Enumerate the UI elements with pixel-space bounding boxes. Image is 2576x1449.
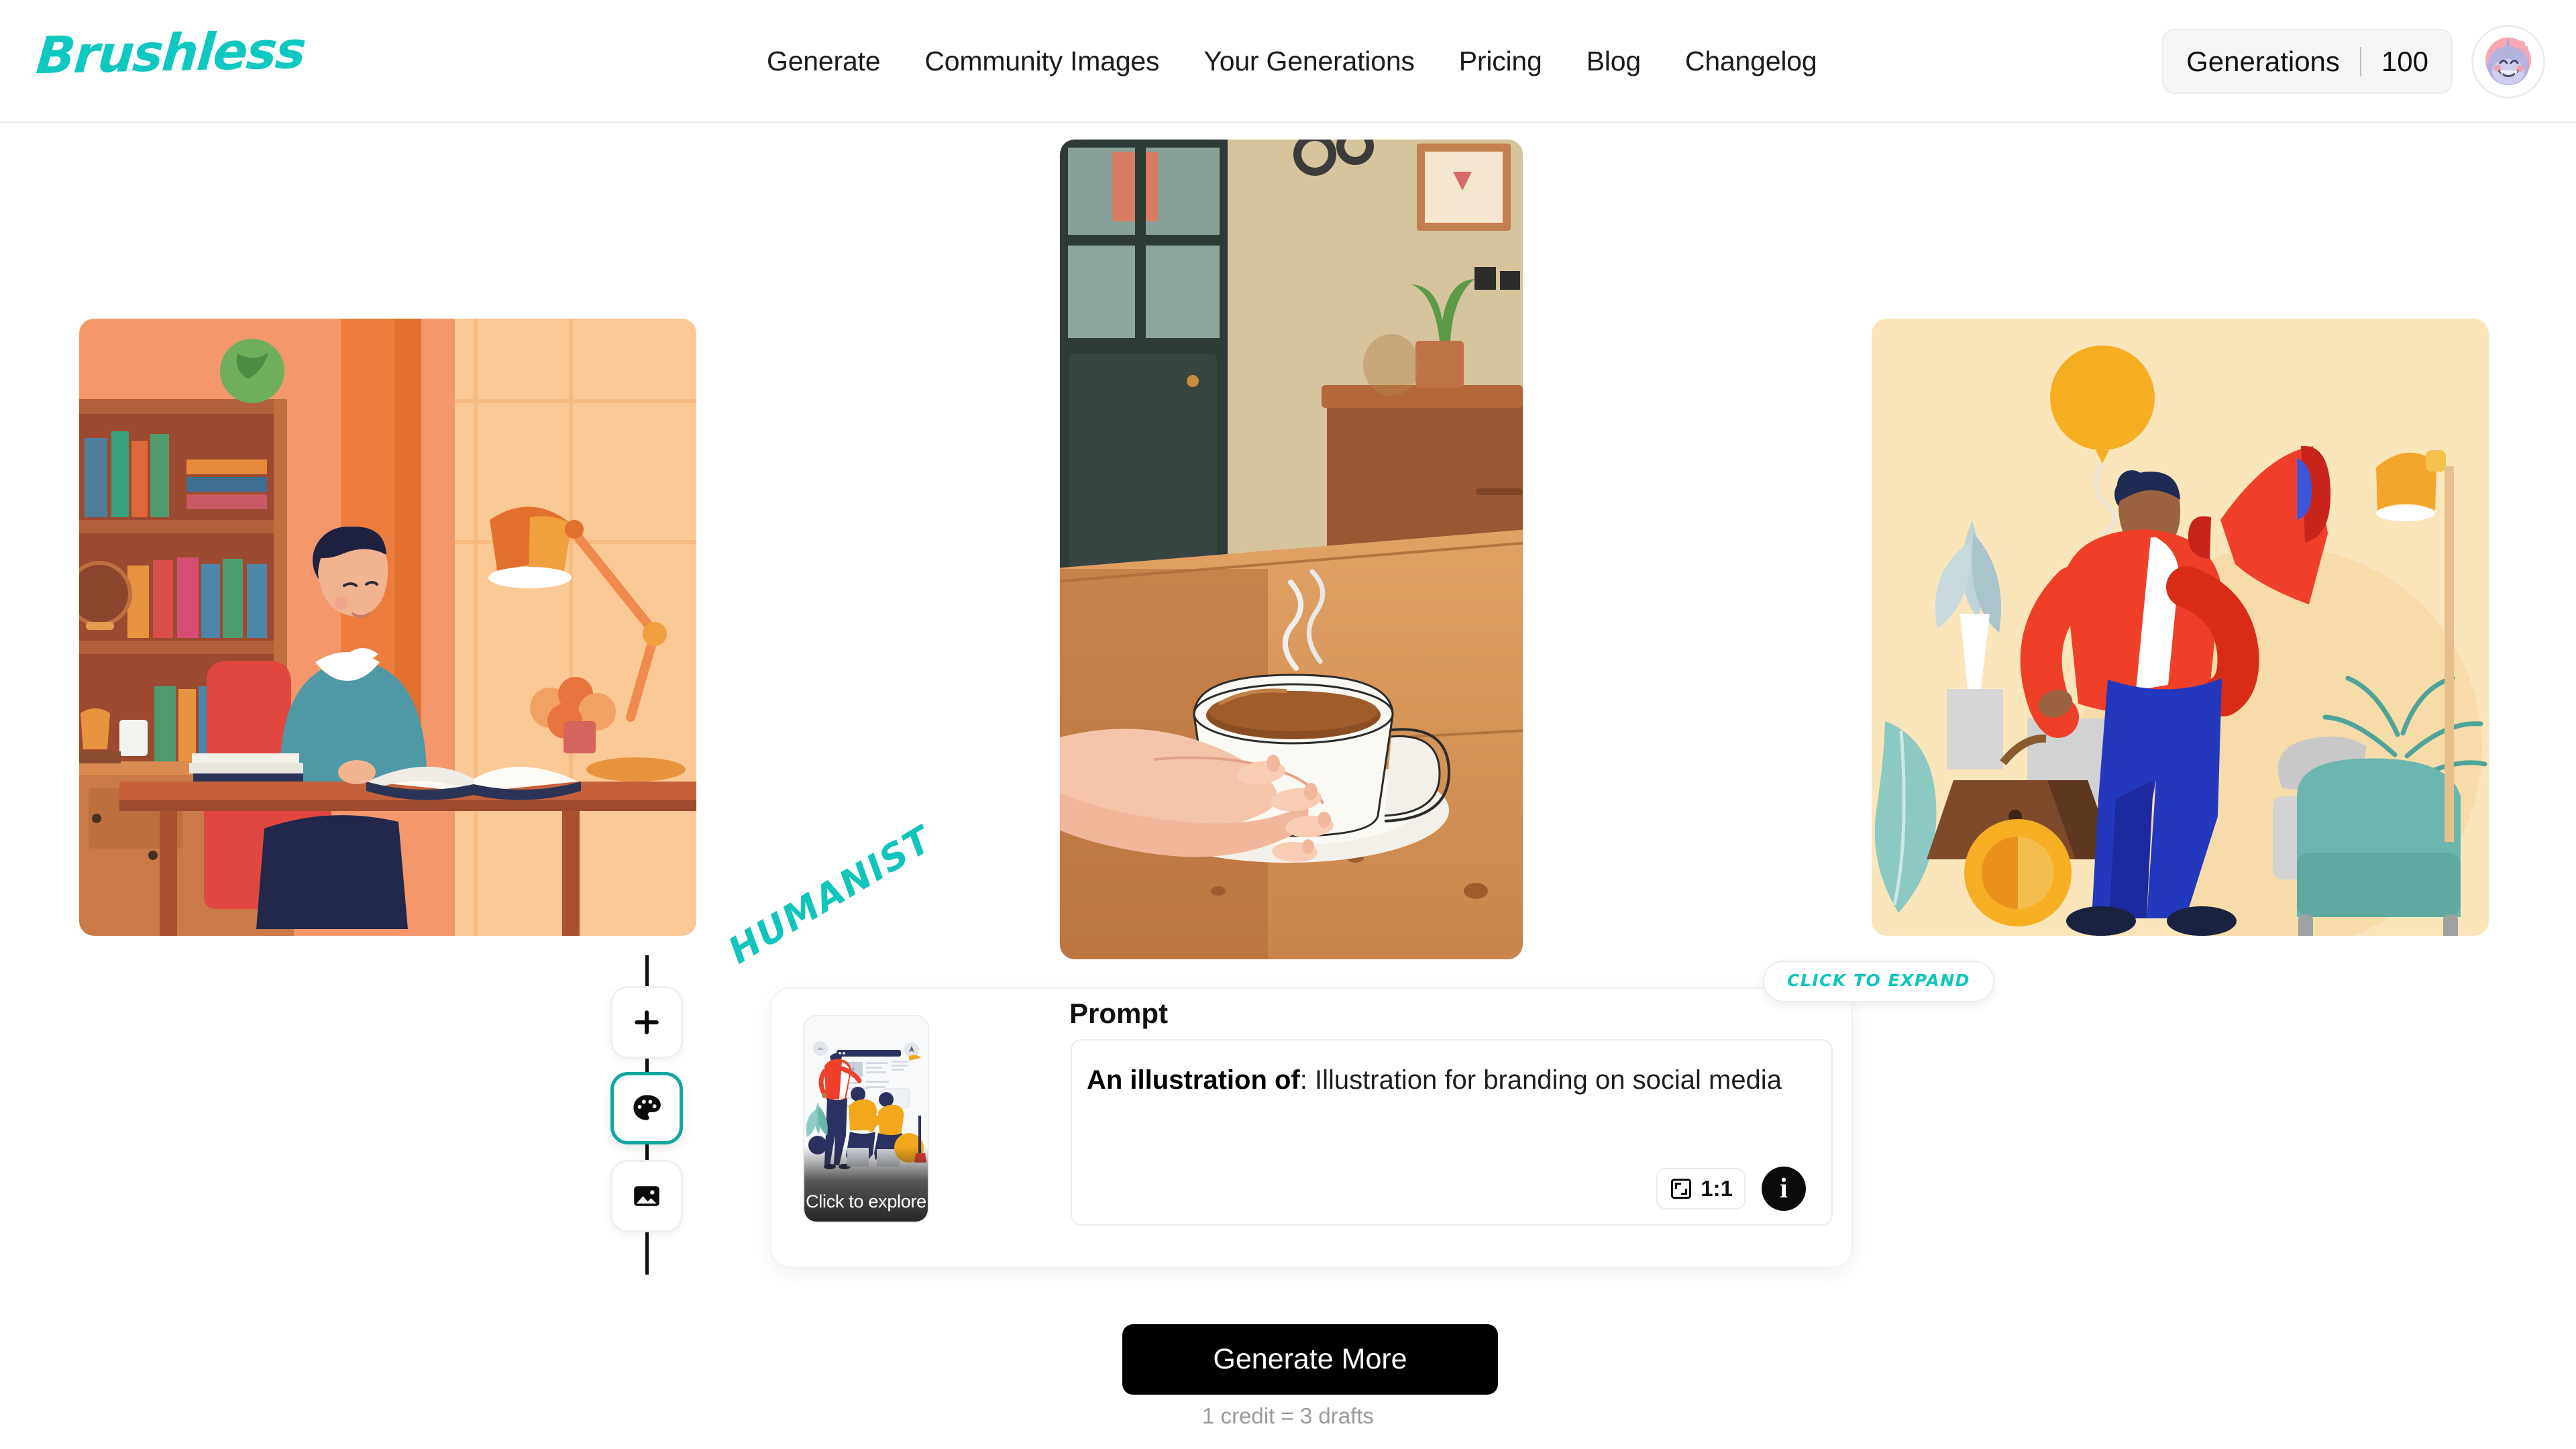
crop-frame-icon bbox=[1671, 1179, 1692, 1199]
credit-note: 1 credit = 3 drafts bbox=[1202, 1403, 1374, 1428]
palette-icon bbox=[633, 1095, 661, 1120]
nav-item-your-generations[interactable]: Your Generations bbox=[1181, 46, 1436, 77]
prompt-prefix: An illustration of bbox=[1087, 1065, 1300, 1095]
header-right-cluster: Generations 100 bbox=[2162, 0, 2545, 123]
style-thumbnail-overlay: Click to explore bbox=[804, 1146, 928, 1222]
prompt-separator: : bbox=[1299, 1065, 1315, 1095]
add-button[interactable] bbox=[610, 986, 683, 1059]
nav-item-pricing[interactable]: Pricing bbox=[1437, 46, 1564, 77]
main-navigation: Generate Community Images Your Generatio… bbox=[745, 0, 1839, 123]
illustration-woman-megaphone bbox=[1872, 319, 2489, 936]
illustration-woman-reading bbox=[79, 319, 696, 936]
avatar[interactable] bbox=[2471, 24, 2545, 99]
site-header: Brushless Generate Community Images Your… bbox=[0, 0, 2576, 123]
prompt-value: Illustration for branding on social medi… bbox=[1315, 1065, 1782, 1095]
prompt-text: An illustration of: Illustration for bra… bbox=[1087, 1062, 1817, 1098]
nav-item-changelog[interactable]: Changelog bbox=[1663, 46, 1839, 77]
prompt-label: Prompt bbox=[1069, 998, 1168, 1029]
generated-image-2[interactable] bbox=[1060, 140, 1523, 959]
aspect-ratio-value: 1:1 bbox=[1701, 1176, 1733, 1201]
generations-label: Generations bbox=[2186, 45, 2340, 77]
generated-image-1[interactable] bbox=[79, 319, 696, 936]
aspect-ratio-chip[interactable]: 1:1 bbox=[1656, 1168, 1746, 1210]
info-button[interactable]: i bbox=[1762, 1167, 1806, 1211]
info-icon: i bbox=[1780, 1173, 1788, 1204]
reference-image-button[interactable] bbox=[610, 1160, 683, 1232]
image-icon bbox=[634, 1186, 659, 1206]
style-button[interactable] bbox=[610, 1072, 683, 1144]
generated-image-3[interactable] bbox=[1872, 319, 2489, 936]
style-thumbnail-cta: Click to explore bbox=[806, 1191, 926, 1212]
illustration-hands-holding-coffee bbox=[1060, 140, 1523, 959]
nav-item-community-images[interactable]: Community Images bbox=[902, 46, 1181, 77]
generate-more-button[interactable]: Generate More bbox=[1122, 1324, 1498, 1395]
brand-logo[interactable]: Brushless bbox=[34, 20, 307, 85]
nav-item-generate[interactable]: Generate bbox=[745, 46, 902, 77]
expand-badge[interactable]: CLICK TO EXPAND bbox=[1763, 961, 1994, 1002]
generations-credit-pill[interactable]: Generations 100 bbox=[2162, 29, 2453, 94]
style-name-label: HUMANIST bbox=[721, 818, 940, 973]
style-thumbnail[interactable]: Click to explore bbox=[803, 1015, 929, 1223]
generations-count: 100 bbox=[2381, 45, 2428, 77]
shark-avatar-icon bbox=[2485, 37, 2531, 85]
prompt-input[interactable]: An illustration of: Illustration for bra… bbox=[1071, 1039, 1833, 1226]
plus-icon bbox=[635, 1010, 659, 1034]
expand-badge-label: CLICK TO EXPAND bbox=[1787, 971, 1970, 990]
nav-item-blog[interactable]: Blog bbox=[1564, 46, 1663, 77]
pill-divider bbox=[2359, 46, 2361, 76]
